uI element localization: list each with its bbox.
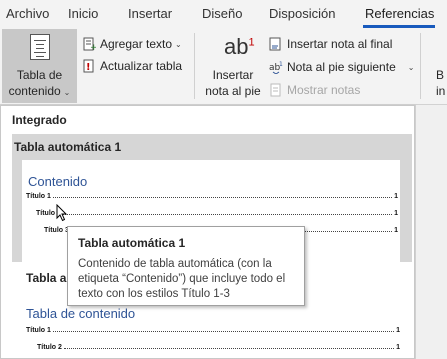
update-table-label: Actualizar tabla	[100, 59, 183, 73]
ribbon-group-separator	[194, 33, 195, 99]
partial-ribbon-label-line1: B	[436, 68, 445, 82]
tab-diseno[interactable]: Diseño	[202, 6, 242, 21]
preview-heading: Tabla de contenido	[26, 306, 136, 321]
preview-heading: Contenido	[28, 174, 88, 189]
next-footnote-icon: ab 1	[269, 60, 283, 75]
add-text-label: Agregar texto	[100, 37, 173, 51]
svg-text:1: 1	[279, 61, 283, 68]
update-table-button[interactable]: ! Actualizar tabla	[82, 57, 182, 75]
mouse-cursor-icon	[56, 204, 68, 222]
tooltip: Tabla automática 1 Contenido de tabla au…	[67, 226, 305, 306]
tab-insertar[interactable]: Insertar	[128, 6, 172, 21]
add-text-button[interactable]: + Agregar texto ⌄	[82, 35, 182, 53]
chevron-down-icon: ⌄	[63, 88, 71, 97]
show-notes-icon	[269, 83, 283, 97]
svg-text:!: !	[86, 62, 91, 73]
footnote-label-line2: nota al pie	[205, 84, 261, 98]
tab-referencias[interactable]: Referencias	[365, 6, 434, 21]
tab-inicio[interactable]: Inicio	[68, 6, 98, 21]
next-footnote-label: Nota al pie siguiente	[287, 60, 396, 74]
add-text-icon: +	[82, 37, 98, 53]
insert-endnote-label: Insertar nota al final	[287, 37, 393, 51]
show-notes-label: Mostrar notas	[287, 83, 361, 97]
chevron-down-icon: ⌄	[407, 62, 415, 72]
footnote-label-line1: Insertar	[212, 68, 254, 82]
ribbon: Tabla de contenido ⌄ + Agregar texto ⌄ ! …	[0, 29, 447, 105]
insert-footnote-icon: ab1	[224, 34, 255, 59]
partial-ribbon-label-line2: in	[436, 84, 446, 98]
insert-endnote-icon	[269, 37, 283, 51]
preview-row: Título 11	[26, 193, 398, 200]
preview-row: Título 21	[36, 210, 398, 217]
svg-text:+: +	[90, 43, 96, 51]
gallery-section-header: Integrado	[12, 113, 67, 127]
tab-archivo[interactable]: Archivo	[6, 6, 49, 21]
preview-row: Título 21	[37, 344, 400, 351]
show-notes-button[interactable]: Mostrar notas	[269, 81, 360, 99]
preview-row: Título 11	[26, 327, 400, 334]
active-tab-indicator	[363, 25, 435, 28]
tab-disposicion[interactable]: Disposición	[269, 6, 335, 21]
tooltip-body: Contenido de tabla automática (con la et…	[78, 258, 286, 300]
insert-footnote-button[interactable]: ab1 Insertar nota al pie	[202, 29, 264, 103]
ribbon-group-separator	[420, 33, 421, 99]
ribbon-tab-bar: Archivo Inicio Insertar Diseño Disposici…	[0, 0, 447, 29]
toc-label-line1: Tabla de	[16, 68, 63, 82]
table-of-contents-icon	[30, 34, 50, 60]
toc-option-title: Tabla automática 1	[14, 140, 122, 154]
table-of-contents-button[interactable]: Tabla de contenido ⌄	[2, 29, 77, 103]
document-background	[415, 105, 447, 359]
tooltip-title: Tabla automática 1	[78, 236, 186, 250]
toc-label-line2: contenido ⌄	[8, 84, 71, 98]
update-table-icon: !	[82, 59, 96, 73]
chevron-down-icon: ⌄	[175, 39, 182, 49]
insert-endnote-button[interactable]: Insertar nota al final	[269, 35, 392, 53]
next-footnote-button[interactable]: ab 1 Nota al pie siguiente ⌄	[269, 58, 414, 76]
